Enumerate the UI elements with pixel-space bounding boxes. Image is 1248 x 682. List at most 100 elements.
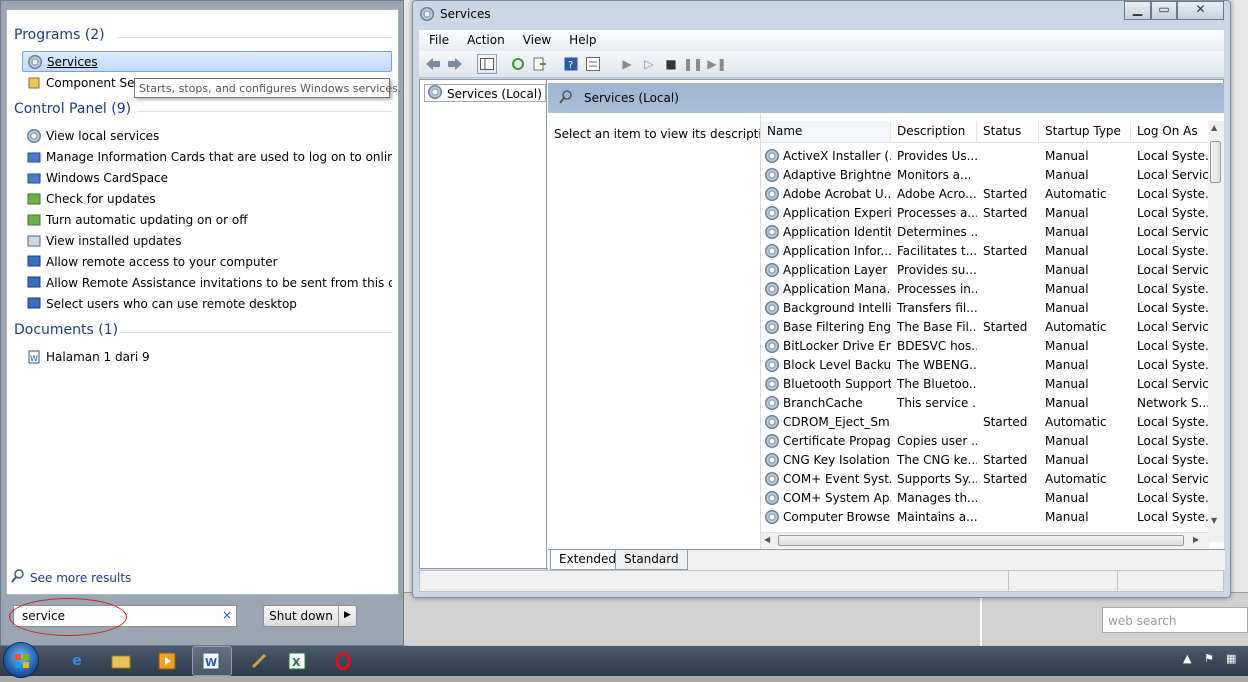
word-icon[interactable]: W <box>200 650 222 672</box>
table-row[interactable]: Background Intelli... Transfers fil... Man… <box>761 298 1209 317</box>
table-row[interactable]: Certificate Propag... Copies user ... Manu… <box>761 431 1209 450</box>
table-row[interactable]: BitLocker Drive En... BDESVC hos... Manual… <box>761 336 1209 355</box>
clear-search-icon[interactable]: × <box>222 608 232 622</box>
back-arrow-icon[interactable] <box>425 56 441 72</box>
cp-check-for-updates[interactable]: Check for updates <box>22 188 392 209</box>
table-row[interactable]: Application Mana... Processes in... Manual… <box>761 279 1209 298</box>
action-center-flag-icon[interactable]: ⚑ <box>1204 652 1214 665</box>
title-bar[interactable]: Services ▁ ▭ ✕ <box>413 1 1230 29</box>
properties-icon[interactable] <box>585 56 601 72</box>
scroll-right-arrow-icon[interactable]: ▶ <box>1193 535 1199 544</box>
cp-allow-remote-access[interactable]: Allow remote access to your computer <box>22 251 392 272</box>
close-button[interactable]: ✕ <box>1177 1 1224 20</box>
service-log-on-as: Local Syste... <box>1137 490 1209 505</box>
scroll-left-arrow-icon[interactable]: ◀ <box>764 535 770 544</box>
menu-view[interactable]: View <box>513 30 559 51</box>
services-window: Services ▁ ▭ ✕ File Action View Help ? ▶… <box>412 0 1231 598</box>
maximize-button[interactable]: ▭ <box>1151 1 1177 20</box>
tree-item-services-local[interactable]: Services (Local) <box>424 84 546 102</box>
column-status[interactable]: Status <box>977 121 1039 142</box>
vertical-scrollbar[interactable]: ▲ ▼ <box>1208 121 1224 542</box>
panel-title: Services (Local) <box>584 91 679 105</box>
table-row[interactable]: Application Layer ... Provides su... Manua… <box>761 260 1209 279</box>
internet-explorer-icon[interactable]: e <box>66 650 88 672</box>
see-more-label: See more results <box>30 570 132 585</box>
shutdown-button[interactable]: Shut down ▶ <box>263 605 357 627</box>
vertical-scroll-thumb[interactable] <box>1210 141 1221 183</box>
help-icon[interactable]: ? <box>563 56 579 72</box>
show-hide-console-tree-icon[interactable] <box>477 54 497 74</box>
cp-allow-remote-assistance[interactable]: Allow Remote Assistance invitations to b… <box>22 272 392 293</box>
shutdown-label[interactable]: Shut down <box>264 606 339 626</box>
table-row[interactable]: COM+ System Ap... Manages th... Manual Loca… <box>761 488 1209 507</box>
service-startup-type: Manual <box>1045 205 1089 220</box>
cp-turn-automatic-updating[interactable]: Turn automatic updating on or off <box>22 209 392 230</box>
service-name-cell: Application Layer ... <box>761 262 891 277</box>
table-row[interactable]: Block Level Backu... The WBENG... Manual Lo… <box>761 355 1209 374</box>
menu-file[interactable]: File <box>419 30 457 51</box>
program-services[interactable]: Services <box>22 51 392 72</box>
tools-icon[interactable] <box>248 650 270 672</box>
tab-extended[interactable]: Extended <box>550 550 625 570</box>
cp-select-remote-desktop-users[interactable]: Select users who can use remote desktop <box>22 293 392 314</box>
show-hidden-icons-icon[interactable]: ▲ <box>1183 652 1191 665</box>
column-description[interactable]: Description <box>891 121 977 142</box>
table-row[interactable]: Bluetooth Support... The Bluetoo... Manual… <box>761 374 1209 393</box>
start-service-alt-icon[interactable]: ▷ <box>641 56 657 72</box>
table-row[interactable]: Application Infor... Facilitates t... Star… <box>761 241 1209 260</box>
shutdown-options-arrow-icon[interactable]: ▶ <box>339 606 356 626</box>
table-row[interactable]: ActiveX Installer (... Provides Us... Manu… <box>761 146 1209 165</box>
table-row[interactable]: Adobe Acrobat U... Adobe Acro... Started Au… <box>761 184 1209 203</box>
table-row[interactable]: BranchCache This service ... Manual Network… <box>761 393 1209 412</box>
pause-service-icon[interactable]: ❚❚ <box>683 56 703 72</box>
media-player-icon[interactable] <box>156 650 178 672</box>
table-row[interactable]: Application Experi... Processes a... Start… <box>761 203 1209 222</box>
table-row[interactable]: CNG Key Isolation The CNG ke... Started Man… <box>761 450 1209 469</box>
tab-standard[interactable]: Standard <box>615 550 688 570</box>
excel-icon[interactable]: X <box>286 650 308 672</box>
service-log-on-as: Local Service <box>1137 224 1209 239</box>
explorer-folder-icon[interactable] <box>110 650 132 672</box>
cp-view-installed-updates[interactable]: View installed updates <box>22 230 392 251</box>
services-icon <box>26 128 42 144</box>
menu-help[interactable]: Help <box>559 30 604 51</box>
table-row[interactable]: Adaptive Brightness Monitors a... Manual Lo… <box>761 165 1209 184</box>
svg-text:X: X <box>292 656 301 669</box>
table-row[interactable]: CDROM_Eject_Sm... Started Automatic Local S… <box>761 412 1209 431</box>
scroll-down-arrow-icon[interactable]: ▼ <box>1211 516 1217 525</box>
forward-arrow-icon[interactable] <box>447 56 463 72</box>
table-row[interactable]: COM+ Event Syst... Supports Sy... Started A… <box>761 469 1209 488</box>
table-row[interactable]: Application Identity Determines ... Manual… <box>761 222 1209 241</box>
restart-service-icon[interactable]: ▶❚ <box>707 56 726 72</box>
cp-manage-information-cards[interactable]: Manage Information Cards that are used t… <box>22 146 392 167</box>
scroll-up-arrow-icon[interactable]: ▲ <box>1211 123 1217 132</box>
cp-view-local-services[interactable]: View local services <box>22 125 392 146</box>
column-name[interactable]: Name ^ <box>761 121 891 142</box>
service-name: Certificate Propag... <box>783 433 891 448</box>
minimize-button[interactable]: ▁ <box>1124 1 1151 20</box>
column-startup-type[interactable]: Startup Type <box>1039 121 1131 142</box>
column-log-on-as[interactable]: Log On As <box>1131 121 1209 142</box>
column-label: Description <box>897 124 966 138</box>
service-startup-type: Automatic <box>1045 471 1107 486</box>
document-halaman[interactable]: W Halaman 1 dari 9 <box>22 346 392 367</box>
see-more-results[interactable]: See more results <box>11 569 131 586</box>
network-icon[interactable]: ▦ <box>1226 652 1236 665</box>
opera-icon[interactable] <box>332 650 354 672</box>
web-search-input[interactable]: web search <box>1102 607 1248 633</box>
export-list-icon[interactable] <box>532 56 548 72</box>
stop-service-icon[interactable]: ■ <box>663 56 679 72</box>
table-row[interactable]: Base Filtering Engi... The Base Fil... Sta… <box>761 317 1209 336</box>
table-row[interactable]: Computer Browser Maintains a... Manual Loca… <box>761 507 1209 526</box>
refresh-icon[interactable] <box>510 56 526 72</box>
horizontal-scrollbar[interactable]: ◀ ▶ <box>761 532 1209 548</box>
service-gear-icon <box>765 357 779 372</box>
start-button[interactable] <box>3 642 39 678</box>
cp-windows-cardspace[interactable]: Windows CardSpace <box>22 167 392 188</box>
program-component-services[interactable]: Component Servi <box>22 72 142 93</box>
horizontal-scroll-thumb[interactable] <box>778 535 1184 546</box>
start-service-icon[interactable]: ▶ <box>619 56 635 72</box>
panel-header: Services (Local) <box>548 83 1224 113</box>
shield-monitor-icon <box>26 275 42 291</box>
menu-action[interactable]: Action <box>457 30 513 51</box>
